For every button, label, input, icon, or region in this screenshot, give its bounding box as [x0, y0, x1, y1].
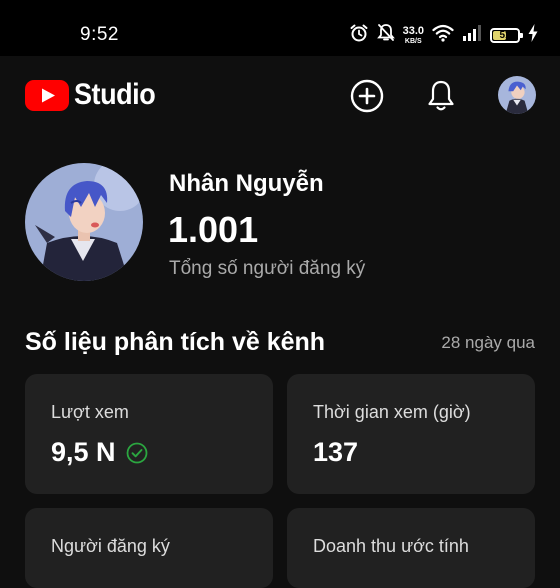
charging-icon [528, 23, 538, 47]
check-circle-icon [126, 442, 147, 463]
estimated-revenue-card[interactable]: Doanh thu ước tính [287, 508, 535, 588]
logo-text: Studio [74, 78, 156, 111]
network-speed-value: 33.0 [402, 24, 424, 37]
channel-avatar[interactable] [25, 163, 143, 281]
analytics-period: 28 ngày qua [441, 333, 535, 352]
app-header: Studio [0, 56, 560, 140]
status-icons: 33.0 KB/S 51 [349, 22, 538, 48]
subscriber-count-label: Tổng số người đăng ký [169, 258, 366, 279]
network-speed-unit: KB/S [404, 37, 422, 45]
notifications-bell-icon [428, 80, 454, 111]
card-value-row: 137 [313, 437, 358, 468]
youtube-play-icon [25, 79, 69, 111]
youtube-studio-logo[interactable]: Studio [25, 78, 164, 112]
subscriber-count: 1.001 [168, 209, 259, 250]
create-button[interactable] [349, 78, 385, 114]
card-label: Doanh thu ước tính [313, 536, 469, 556]
network-speed: 33.0 KB/S [402, 24, 424, 45]
status-time: 9:52 [80, 24, 119, 45]
watch-time-card[interactable]: Thời gian xem (giờ) 137 [287, 374, 535, 494]
account-avatar[interactable] [498, 76, 536, 114]
notifications-button[interactable] [423, 78, 459, 114]
analytics-section-title: Số liệu phân tích về kênh [25, 328, 326, 356]
card-label: Lượt xem [51, 402, 129, 422]
views-card[interactable]: Lượt xem 9,5 N [25, 374, 273, 494]
card-label: Thời gian xem (giờ) [313, 402, 471, 422]
signal-icon [462, 24, 482, 46]
subscribers-card[interactable]: Người đăng ký [25, 508, 273, 588]
alarm-icon [349, 23, 369, 48]
card-value-row: 9,5 N [51, 437, 148, 468]
mute-bell-icon [376, 23, 395, 48]
create-plus-icon [350, 79, 384, 113]
card-value: 9,5 N [51, 437, 116, 467]
channel-name: Nhân Nguyễn [169, 170, 324, 197]
card-value: 137 [313, 437, 359, 467]
battery-icon: 51 [490, 27, 523, 43]
battery-level: 51 [499, 29, 511, 41]
card-label: Người đăng ký [51, 536, 170, 556]
wifi-icon [432, 24, 454, 47]
status-bar: 9:52 33.0 KB/S 51 [0, 0, 560, 56]
